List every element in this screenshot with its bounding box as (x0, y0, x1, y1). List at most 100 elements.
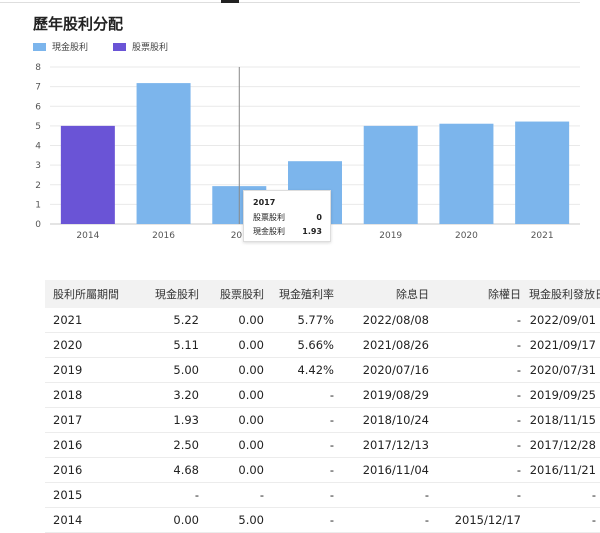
cell-ex-rights-date: - (433, 457, 525, 483)
cell-period: 2019 (45, 357, 133, 383)
cell-stock-dividend: 0.00 (203, 457, 268, 483)
cell-ex-dividend-date: 2022/08/08 (338, 308, 433, 333)
cell-period: 2020 (45, 332, 133, 358)
header-ex-rights-date[interactable]: 除權日 (433, 280, 525, 308)
cell-cash-dividend: 0.00 (133, 507, 203, 533)
bar-2021-series-0[interactable] (515, 121, 570, 224)
dividend-table: 股利所屬期間 現金股利 股票股利 現金殖利率 除息日 除權日 現金股利發放日 2… (45, 280, 600, 533)
x-tick-label: 2014 (76, 231, 99, 241)
cell-period: 2014 (45, 507, 133, 533)
cell-cash-dividend: - (133, 482, 203, 508)
header-stock-dividend[interactable]: 股票股利 (203, 280, 268, 308)
header-period[interactable]: 股利所屬期間 (45, 280, 133, 308)
tooltip-title: 2017 (253, 198, 276, 207)
cell-stock-dividend: 0.00 (203, 382, 268, 408)
cell-period: 2016 (45, 457, 133, 483)
top-divider (0, 2, 580, 3)
cell-cash-dividend: 5.00 (133, 357, 203, 383)
y-tick-label: 7 (35, 83, 41, 93)
cell-ex-dividend-date: - (338, 507, 433, 533)
cell-ex-dividend-date: 2020/07/16 (338, 357, 433, 383)
cell-ex-rights-date: - (433, 357, 525, 383)
x-tick-label: 2020 (455, 231, 478, 241)
cell-stock-dividend: - (203, 482, 268, 508)
cell-cash-dividend: 5.11 (133, 332, 203, 358)
header-cash-yield[interactable]: 現金殖利率 (268, 280, 338, 308)
cell-period: 2017 (45, 407, 133, 433)
y-tick-label: 6 (35, 102, 41, 112)
legend-item-cash-dividend[interactable]: 現金股利 (33, 40, 88, 53)
legend-label-cash: 現金股利 (52, 43, 89, 53)
dividend-table-container: 股利所屬期間 現金股利 股票股利 現金殖利率 除息日 除權日 現金股利發放日 2… (45, 280, 600, 533)
cell-cash-yield: 5.66% (268, 332, 338, 358)
cell-cash-yield: - (268, 507, 338, 533)
cell-ex-rights-date: - (433, 382, 525, 408)
cell-period: 2018 (45, 382, 133, 408)
table-row: 2021 5.22 0.00 5.77% 2022/08/08-2022/09/01 (45, 308, 600, 333)
cell-ex-dividend-date: - (338, 482, 433, 508)
cell-cash-yield: - (268, 382, 338, 408)
y-tick-label: 5 (35, 122, 41, 132)
table-row: 2016 2.50 0.00-2017/12/13-2017/12/28 (45, 432, 600, 458)
cell-cash-dividend: 3.20 (133, 382, 203, 408)
x-tick-label: 2021 (531, 231, 554, 241)
y-tick-label: 3 (35, 161, 41, 171)
header-ex-dividend-date[interactable]: 除息日 (338, 280, 433, 308)
bar-2019-series-0[interactable] (363, 125, 418, 224)
cell-period: 2016 (45, 432, 133, 458)
cell-cash-dividend: 5.22 (133, 308, 203, 333)
y-tick-label: 2 (35, 181, 41, 191)
header-payment-date[interactable]: 現金股利發放日 (525, 280, 600, 308)
x-tick-label: 2019 (379, 231, 402, 241)
legend-item-stock-dividend[interactable]: 股票股利 (113, 40, 168, 53)
tooltip-row-cash: 現金股利 1.93 (253, 225, 322, 239)
cell-stock-dividend: 0.00 (203, 308, 268, 333)
bar-2016-series-0[interactable] (136, 83, 191, 224)
active-tab-indicator (221, 0, 239, 3)
cell-cash-yield: - (268, 482, 338, 508)
cell-stock-dividend: 0.00 (203, 332, 268, 358)
cell-ex-dividend-date: 2018/10/24 (338, 407, 433, 433)
page-title: 歷年股利分配 (33, 15, 124, 33)
legend-swatch-cash (33, 42, 46, 51)
cell-payment-date: 2020/07/31 (525, 357, 600, 383)
cell-cash-yield: - (268, 432, 338, 458)
cell-ex-rights-date: - (433, 482, 525, 508)
cell-ex-rights-date: 2015/12/17 (433, 507, 525, 533)
tooltip-label: 股票股利 (253, 213, 285, 222)
bar-2020-series-0[interactable] (439, 123, 494, 224)
cell-payment-date: 2016/11/21 (525, 457, 600, 483)
cell-period: 2015 (45, 482, 133, 508)
table-body: 2021 5.22 0.00 5.77% 2022/08/08-2022/09/01 20… (45, 308, 600, 533)
tooltip-row-stock: 股票股利 0 (253, 211, 322, 225)
table-row: 2018 3.20 0.00-2019/08/29-2019/09/25 (45, 382, 600, 408)
y-tick-label: 8 (35, 63, 41, 73)
bar-2014-series-1[interactable] (60, 125, 115, 224)
header-cash-dividend[interactable]: 現金股利 (133, 280, 203, 308)
tooltip-label: 現金股利 (253, 227, 285, 236)
cell-payment-date: - (525, 482, 600, 508)
y-tick-label: 0 (35, 220, 41, 230)
cell-cash-yield: - (268, 407, 338, 433)
cell-ex-rights-date: - (433, 332, 525, 358)
tooltip-value: 1.93 (302, 227, 322, 236)
cell-payment-date: 2021/09/17 (525, 332, 600, 358)
cell-stock-dividend: 0.00 (203, 357, 268, 383)
tooltip-value: 0 (316, 213, 322, 222)
cell-payment-date: 2018/11/15 (525, 407, 600, 433)
cell-cash-dividend: 1.93 (133, 407, 203, 433)
cell-ex-rights-date: - (433, 308, 525, 333)
table-row: 2016 4.68 0.00-2016/11/04-2016/11/21 (45, 457, 600, 483)
cell-stock-dividend: 5.00 (203, 507, 268, 533)
cell-payment-date: 2022/09/01 (525, 308, 600, 333)
chart-tooltip: 2017 股票股利 0 現金股利 1.93 (243, 190, 331, 242)
cell-stock-dividend: 0.00 (203, 407, 268, 433)
x-tick-label: 2016 (152, 231, 175, 241)
y-tick-label: 4 (35, 142, 41, 152)
table-row: 2017 1.93 0.00-2018/10/24-2018/11/15 (45, 407, 600, 433)
cell-cash-dividend: 2.50 (133, 432, 203, 458)
table-row: 2014 0.00 5.00- -2015/12/17- (45, 507, 600, 533)
cell-ex-rights-date: - (433, 432, 525, 458)
cell-stock-dividend: 0.00 (203, 432, 268, 458)
cell-payment-date: - (525, 507, 600, 533)
